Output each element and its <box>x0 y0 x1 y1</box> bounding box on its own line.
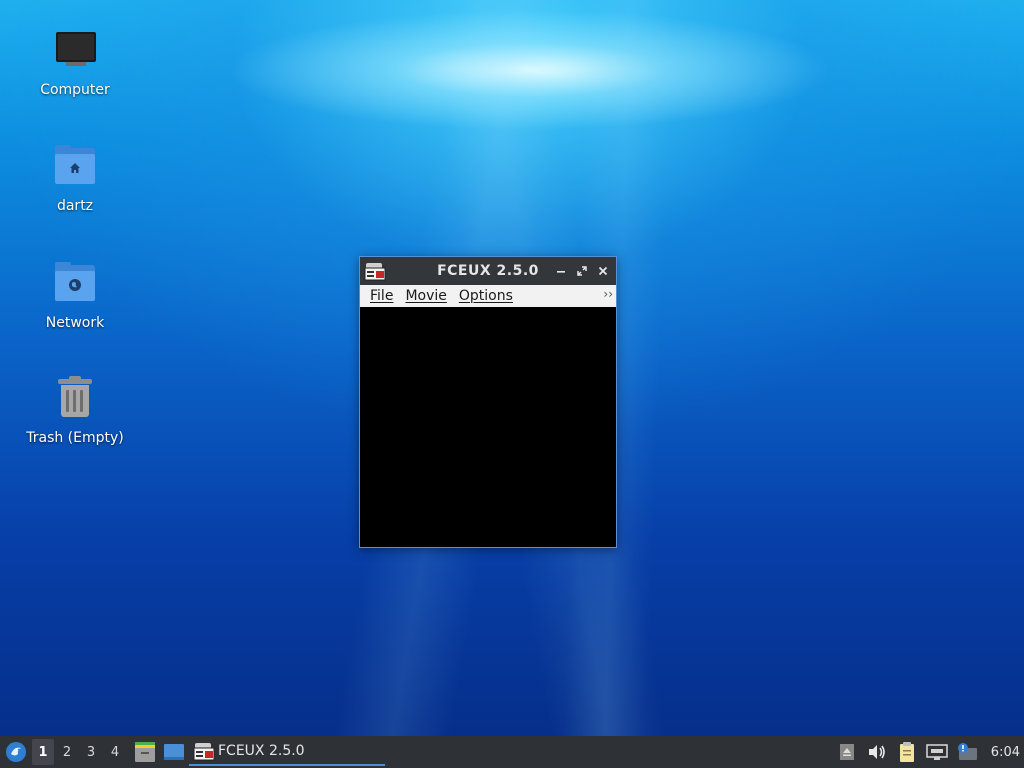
desktop-icon-computer[interactable]: Computer <box>20 22 130 122</box>
fceux-window: FCEUX 2.5.0 File Movie Options ›› <box>359 256 617 548</box>
desktop-icon-label: Computer <box>40 82 110 98</box>
trash-icon <box>51 374 99 422</box>
clipboard-icon[interactable] <box>895 740 919 764</box>
notification-icon[interactable] <box>955 740 979 764</box>
desktop-icon-label: Trash (Empty) <box>26 430 124 446</box>
network-folder-icon <box>51 259 99 307</box>
menubar: File Movie Options ›› <box>360 285 616 307</box>
menu-file[interactable]: File <box>366 288 401 304</box>
workspace-3[interactable]: 3 <box>80 739 102 765</box>
file-manager-icon[interactable] <box>132 739 158 765</box>
menu-overflow-icon[interactable]: ›› <box>603 287 613 301</box>
desktop-icon-label: dartz <box>56 198 94 214</box>
desktop-icon-label: Network <box>45 315 105 331</box>
home-folder-icon <box>51 142 99 190</box>
network-icon[interactable] <box>925 740 949 764</box>
desktop-icon-network[interactable]: Network <box>20 255 130 355</box>
window-title: FCEUX 2.5.0 <box>437 263 539 279</box>
close-icon[interactable] <box>595 264 610 279</box>
fceux-app-icon <box>364 261 386 281</box>
workspace-4[interactable]: 4 <box>104 739 126 765</box>
workspace-1[interactable]: 1 <box>32 739 54 765</box>
taskbar: 1 2 3 4 FCEUX 2.5.0 6:04 <box>0 736 1024 768</box>
menu-options[interactable]: Options <box>455 288 521 304</box>
minimize-icon[interactable] <box>553 264 568 279</box>
window-titlebar[interactable]: FCEUX 2.5.0 <box>360 257 616 285</box>
start-menu-button[interactable] <box>2 738 30 766</box>
computer-icon <box>51 26 99 74</box>
volume-icon[interactable] <box>865 740 889 764</box>
workspace-2[interactable]: 2 <box>56 739 78 765</box>
maximize-icon[interactable] <box>574 264 589 279</box>
desktop-icon-trash[interactable]: Trash (Empty) <box>20 370 130 470</box>
menu-movie[interactable]: Movie <box>401 288 454 304</box>
system-tray: 6:04 <box>835 736 1024 768</box>
eject-icon[interactable] <box>835 740 859 764</box>
clock[interactable]: 6:04 <box>991 745 1020 760</box>
taskbar-task-fceux[interactable]: FCEUX 2.5.0 <box>189 738 385 766</box>
task-label: FCEUX 2.5.0 <box>218 743 305 759</box>
show-desktop-icon[interactable] <box>161 739 187 765</box>
fceux-app-icon <box>193 741 215 761</box>
desktop-icon-home[interactable]: dartz <box>20 138 130 238</box>
emulator-display[interactable] <box>360 307 616 547</box>
